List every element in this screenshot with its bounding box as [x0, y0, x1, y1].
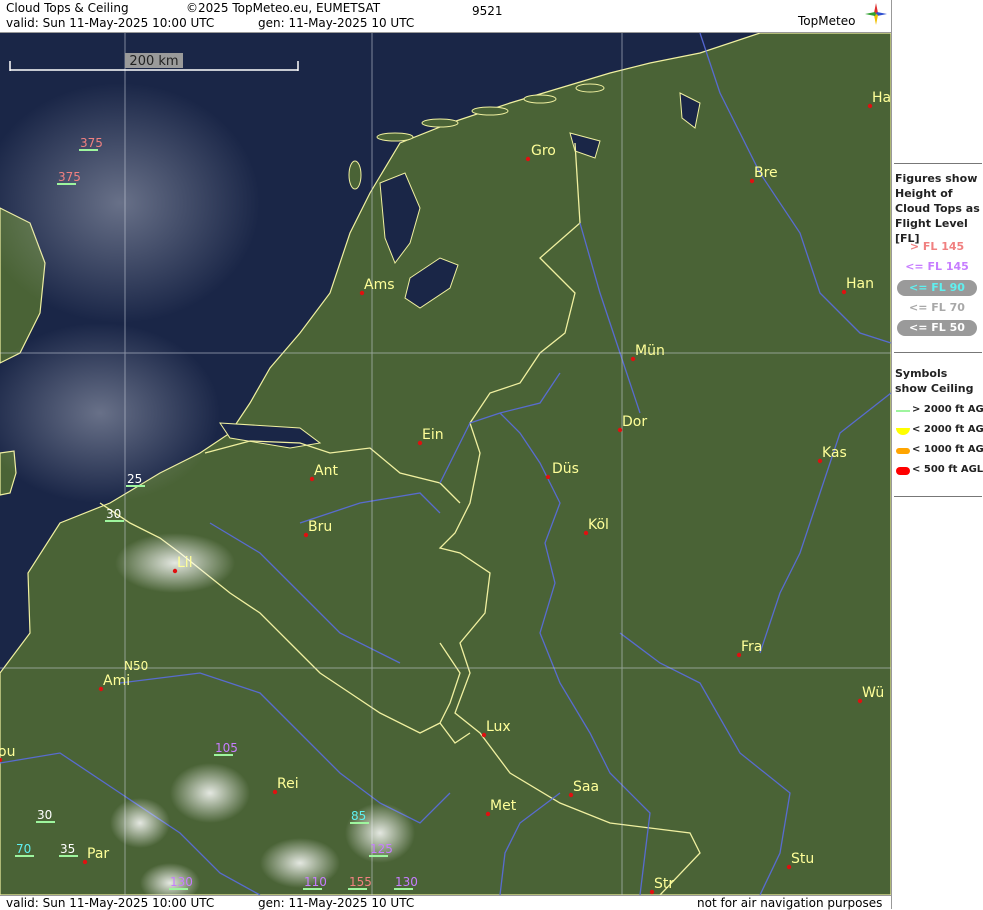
- disclaimer-text: not for air navigation purposes: [697, 896, 883, 910]
- cloud-top-figure: 25: [127, 472, 142, 486]
- city-label: Kas: [822, 445, 847, 461]
- legend-ceiling-below-1000: < 1000 ft AGL: [894, 443, 983, 459]
- city-label: Ha: [872, 90, 891, 106]
- latitude-label: N50: [124, 659, 148, 673]
- map-footer: valid: Sun 11-May-2025 10:00 UTC gen: 11…: [0, 895, 891, 910]
- city-label: Wü: [862, 685, 884, 701]
- city-label: Köl: [588, 517, 609, 533]
- ceiling-pill-icon: [896, 448, 910, 454]
- copyright-text: ©2025 TopMeteo.eu, EUMETSAT: [186, 1, 381, 15]
- compass-logo-icon: [865, 3, 887, 25]
- city-label: Dor: [622, 414, 647, 430]
- legend-divider: [894, 496, 982, 497]
- legend-ceiling-below-2000: < 2000 ft AGL: [894, 423, 983, 439]
- city-label: Lil: [177, 555, 193, 571]
- city-label: Gro: [531, 143, 556, 159]
- legend-divider: [894, 352, 982, 353]
- city-label: Fra: [741, 639, 762, 655]
- map-canvas: 200 km N50 Gro Bre Ha Ams Han Mün Dor Ein Ant Kas…: [0, 33, 891, 895]
- map-header: Cloud Tops & Ceiling ©2025 TopMeteo.eu, …: [0, 0, 891, 33]
- generated-time: gen: 11-May-2025 10 UTC: [258, 16, 415, 30]
- city-label: Ami: [103, 673, 130, 689]
- legend-fl-le-50: <= FL 50: [897, 320, 977, 336]
- cloud-top-figure: 110: [304, 875, 327, 889]
- cloud-top-figure: 85: [351, 809, 366, 823]
- city-label: Bru: [308, 519, 332, 535]
- ceiling-pill-icon: [896, 467, 910, 475]
- ceiling-line-icon: [896, 410, 910, 412]
- cloud-top-figure: 70: [16, 842, 31, 856]
- cloud-top-figure: 105: [215, 741, 238, 755]
- footer-generated-time: gen: 11-May-2025 10 UTC: [258, 896, 415, 910]
- satellite-map[interactable]: 200 km N50 Gro Bre Ha Ams Han Mün Dor Ein Ant Kas…: [0, 33, 891, 895]
- city-marker: [525, 156, 531, 162]
- symbols-legend-title: Symbols show Ceiling: [895, 367, 974, 395]
- city-label: Par: [87, 846, 109, 862]
- city-marker: [545, 474, 551, 480]
- city-label: Str: [654, 876, 674, 892]
- city-label: Ams: [364, 277, 395, 293]
- cloud-top-figure: 35: [60, 842, 75, 856]
- city-label: Ein: [422, 427, 444, 443]
- legend-fl-le-90: <= FL 90: [897, 280, 977, 296]
- figures-legend-title: Figures show Height of Cloud Tops as Fli…: [895, 172, 980, 245]
- legend-fl-le-145: <= FL 145: [905, 260, 969, 273]
- topmeteo-logo-text: TopMeteo: [798, 14, 856, 28]
- cloud-top-figure: 130: [170, 875, 193, 889]
- legend-panel: Figures show Height of Cloud Tops as Fli…: [891, 0, 983, 909]
- city-label: Met: [490, 798, 517, 814]
- cloud-top-figure: 155: [349, 875, 372, 889]
- cloud-top-figure: 30: [37, 808, 52, 822]
- city-label: Rei: [277, 776, 299, 792]
- legend-fl-le-70: <= FL 70: [909, 301, 965, 314]
- city-label: ou: [0, 744, 15, 760]
- city-label: Mün: [635, 343, 665, 359]
- footer-valid-time: valid: Sun 11-May-2025 10:00 UTC: [6, 896, 215, 910]
- city-label: Ant: [314, 463, 338, 479]
- city-label: Saa: [573, 779, 599, 795]
- legend-divider: [894, 163, 982, 164]
- city-label: Bre: [754, 165, 778, 181]
- cloud-top-figure: 130: [395, 875, 418, 889]
- city-label: Stu: [791, 851, 814, 867]
- city-label: Düs: [552, 461, 579, 477]
- product-title: Cloud Tops & Ceiling: [6, 1, 129, 15]
- cloud-top-figure: 375: [58, 170, 81, 184]
- cloud-top-figure: 375: [80, 136, 103, 150]
- cloud-top-figure: 125: [370, 842, 393, 856]
- cloud-top-figure: 30: [106, 507, 121, 521]
- legend-ceiling-below-500: < 500 ft AGL: [894, 463, 983, 479]
- scale-bar-label: 200 km: [129, 54, 178, 69]
- legend-ceiling-above-2000: > 2000 ft AGL: [894, 403, 983, 419]
- city-label: Han: [846, 276, 874, 292]
- ceiling-half-disc-icon: [896, 428, 910, 435]
- city-label: Lux: [486, 719, 511, 735]
- legend-fl-above-145: > FL 145: [909, 240, 965, 253]
- image-stamp: 9521: [472, 4, 503, 18]
- valid-time: valid: Sun 11-May-2025 10:00 UTC: [6, 16, 215, 30]
